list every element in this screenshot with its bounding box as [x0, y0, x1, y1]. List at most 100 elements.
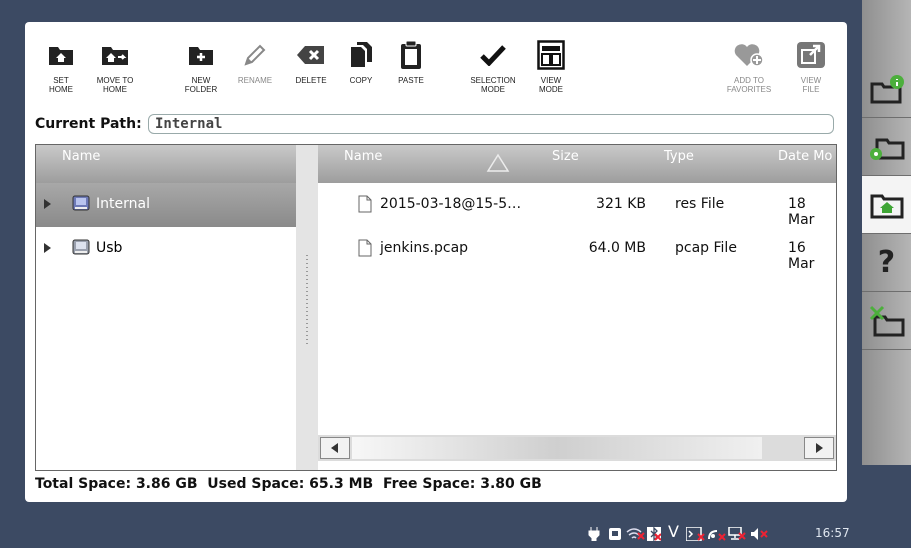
speaker-muted-icon	[750, 526, 770, 545]
current-path-label: Current Path:	[35, 116, 142, 132]
new-folder-label: NEW FOLDER	[184, 76, 218, 94]
delete-button[interactable]: DELETE	[283, 37, 339, 102]
rename-label: RENAME	[237, 76, 273, 85]
file-type: res File	[675, 196, 725, 212]
view-mode-label: VIEW MODE	[539, 76, 563, 94]
column-header-name-label: Name	[344, 149, 383, 164]
file-name: 2015-03-18@15-5…	[380, 196, 522, 212]
satellite-off-icon	[707, 526, 727, 545]
paste-label: PASTE	[398, 76, 424, 85]
open-external-icon	[796, 37, 826, 73]
column-header-type-label: Type	[664, 149, 694, 164]
v-icon: V	[668, 522, 679, 541]
sidebar-item-help[interactable]: ?	[862, 234, 911, 292]
column-header-date[interactable]: Date Mo	[772, 145, 836, 183]
new-folder-icon	[188, 37, 214, 73]
set-home-label: SET HOME	[49, 76, 73, 94]
column-header-size[interactable]: Size	[546, 145, 659, 183]
arrow-right-icon	[816, 443, 823, 453]
set-home-button[interactable]: SET HOME	[33, 37, 89, 102]
file-size: 64.0 MB	[588, 240, 646, 256]
scroll-right-button[interactable]	[804, 437, 834, 459]
table-row[interactable]: jenkins.pcap 64.0 MB pcap File 16 Mar	[318, 227, 836, 272]
paste-button[interactable]: PASTE	[383, 37, 439, 102]
favorite-heart-add-icon	[733, 37, 765, 73]
file-date: 18 Mar	[788, 196, 815, 228]
copy-label: COPY	[349, 76, 373, 85]
arrow-left-icon	[331, 443, 338, 453]
current-path-field[interactable]: Internal	[148, 114, 834, 134]
selection-mode-label: SELECTION MODE	[470, 76, 516, 94]
expand-arrow-icon[interactable]	[44, 199, 51, 209]
file-size: 321 KB	[596, 196, 646, 212]
bluetooth-off-icon	[647, 526, 662, 545]
pane-splitter[interactable]	[296, 145, 318, 470]
column-header-name[interactable]: Name	[318, 145, 547, 183]
tree-item-label: Usb	[96, 240, 123, 256]
file-name: jenkins.pcap	[380, 240, 469, 256]
column-header-type[interactable]: Type	[658, 145, 773, 183]
sidebar-item-settings[interactable]	[862, 118, 911, 176]
space-summary: Total Space: 3.86 GB Used Space: 65.3 MB…	[35, 476, 542, 492]
file-type: pcap File	[675, 240, 737, 256]
drive-icon	[72, 194, 90, 216]
copy-button[interactable]: COPY	[333, 37, 389, 102]
storage-icon	[608, 526, 622, 545]
terminal-off-icon	[685, 526, 706, 545]
tree-item-usb[interactable]: Usb	[36, 227, 296, 271]
folder-home-icon	[870, 194, 903, 218]
splitter-grip[interactable]	[306, 255, 308, 345]
delete-icon	[297, 37, 325, 73]
folder-tools-icon	[869, 305, 904, 336]
table-row[interactable]: 2015-03-18@15-5… 321 KB res File 18 Mar	[318, 183, 836, 228]
move-to-home-icon	[101, 37, 129, 73]
home-folder-icon	[48, 37, 74, 73]
tree-item-internal[interactable]: Internal	[36, 183, 296, 227]
new-folder-button[interactable]: NEW FOLDER	[173, 37, 229, 102]
selection-mode-button[interactable]: SELECTION MODE	[465, 37, 521, 102]
file-list: Name Size Type Date Mo 2015-03-18@15-5… …	[318, 145, 836, 470]
scrollbar-thumb[interactable]	[352, 437, 762, 459]
view-mode-button[interactable]: VIEW MODE	[523, 37, 579, 102]
folder-info-icon	[870, 74, 904, 103]
file-browser: Name Internal Usb Name Size Type Date Mo…	[35, 144, 837, 471]
network-off-icon	[728, 526, 748, 545]
view-file-button[interactable]: VIEW FILE	[783, 37, 839, 102]
sidebar-item-tools[interactable]	[862, 292, 911, 350]
add-to-favorites-button[interactable]: ADD TO FAVORITES	[721, 37, 777, 102]
column-header-date-label: Date Mo	[778, 149, 833, 164]
horizontal-scrollbar[interactable]	[318, 435, 836, 461]
rename-button[interactable]: RENAME	[227, 37, 283, 102]
view-mode-icon	[537, 37, 565, 73]
checkmark-icon	[480, 37, 506, 73]
sort-triangle-icon	[486, 153, 510, 180]
view-file-label: VIEW FILE	[800, 76, 822, 94]
file-icon	[358, 239, 372, 261]
sidebar-item-home[interactable]	[862, 176, 911, 234]
status-bar: V	[0, 518, 911, 548]
scroll-left-button[interactable]	[320, 437, 350, 459]
clipboard-icon	[399, 37, 423, 73]
copy-icon	[349, 37, 373, 73]
pencil-icon	[242, 37, 268, 73]
folder-tree: Name Internal Usb	[36, 145, 296, 470]
folder-settings-icon	[869, 138, 904, 160]
current-path-row: Current Path: Internal	[35, 114, 837, 136]
expand-arrow-icon[interactable]	[44, 243, 51, 253]
move-to-home-label: MOVE TO HOME	[96, 76, 134, 94]
power-plug-icon	[588, 526, 600, 545]
column-header-size-label: Size	[552, 149, 579, 164]
clock: 16:57	[815, 526, 850, 540]
help-icon: ?	[877, 245, 896, 280]
right-sidebar: ?	[862, 0, 911, 465]
file-manager-panel: SET HOME MOVE TO HOME NEW FOLDER RENAME	[25, 22, 847, 502]
add-to-favorites-label: ADD TO FAVORITES	[726, 76, 772, 94]
sidebar-item-info[interactable]	[862, 60, 911, 118]
tree-header[interactable]: Name	[36, 145, 296, 183]
file-icon	[358, 195, 372, 217]
move-to-home-button[interactable]: MOVE TO HOME	[87, 37, 143, 102]
tree-item-label: Internal	[96, 196, 150, 212]
file-date: 16 Mar	[788, 240, 815, 272]
delete-label: DELETE	[295, 76, 327, 85]
toolbar: SET HOME MOVE TO HOME NEW FOLDER RENAME	[25, 22, 847, 112]
